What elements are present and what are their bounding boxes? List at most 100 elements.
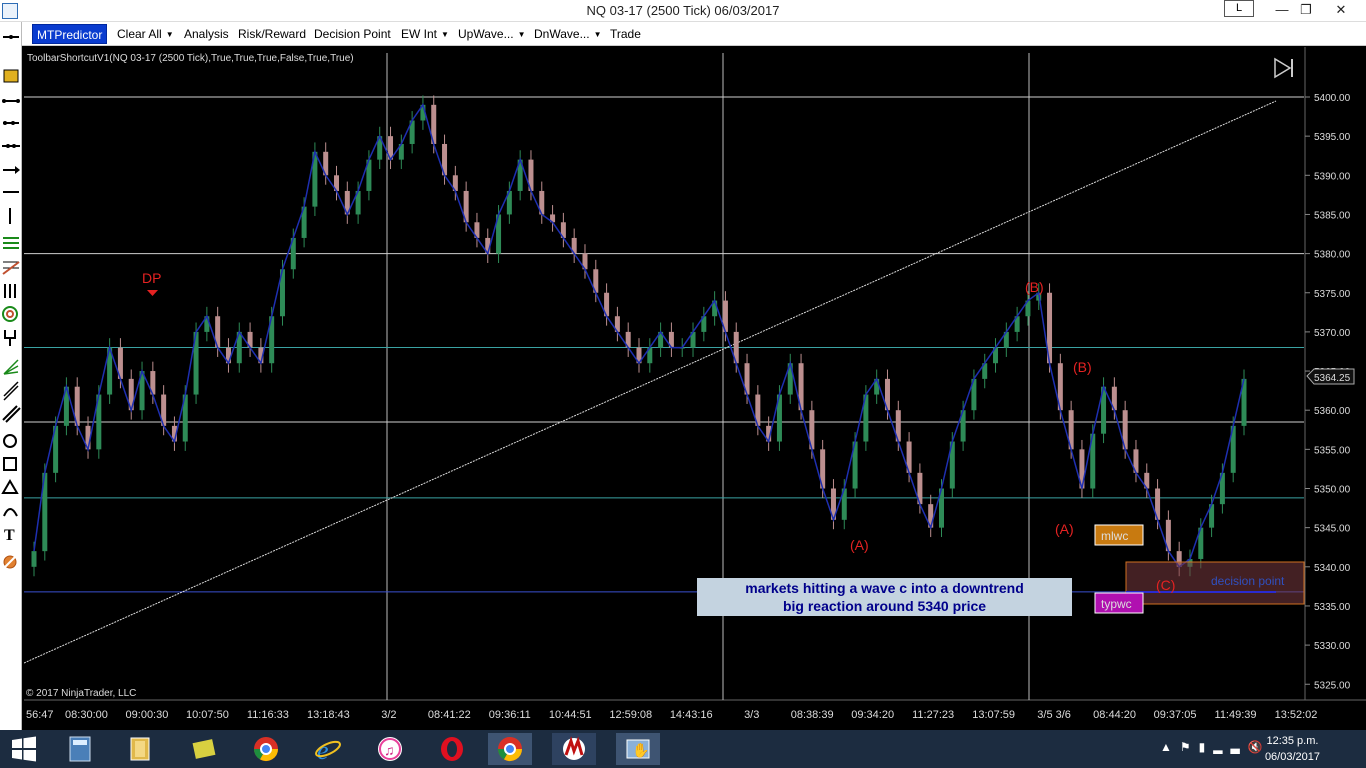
mlwc-box[interactable]: mlwc (1094, 524, 1144, 546)
mtpredictor-menu[interactable]: MTPredictor (32, 24, 108, 44)
ray-tool-icon[interactable] (3, 121, 19, 125)
mlwc-label: mlwc (1101, 529, 1128, 543)
fibonacci-extension-tool-icon[interactable] (2, 261, 20, 275)
price-tick-label: 5330.00 (1314, 641, 1351, 652)
indicator-label: ToolbarShortcutV1(NQ 03-17 (2500 Tick),T… (27, 53, 354, 64)
zoom-tool-icon[interactable] (3, 69, 19, 83)
time-tick-label: 09:36:11 (489, 709, 531, 721)
remove-drawings-tool-icon[interactable] (3, 555, 17, 569)
note-line-1: markets hitting a wave c into a downtren… (745, 580, 1024, 596)
price-tick-label: 5340.00 (1314, 563, 1351, 574)
trade-menu[interactable]: Trade (610, 26, 641, 42)
time-tick-label: 11:49:39 (1215, 709, 1257, 721)
time-tick-label: 11:16:33 (247, 709, 289, 721)
time-tick-label: 09:00:30 (126, 709, 169, 721)
regression-channel-tool-icon[interactable] (3, 381, 19, 401)
time-tick-label: 08:38:39 (791, 709, 834, 721)
typwc-box[interactable]: typwc (1094, 592, 1144, 614)
time-tick-label: 10:07:50 (186, 709, 229, 721)
chrome-active-icon[interactable] (488, 733, 532, 765)
time-tick-label: 12:59:08 (609, 709, 652, 721)
clock-date: 06/03/2017 (1264, 751, 1320, 763)
chart-toolbar: MTPredictor Clear All ▼ Analysis Risk/Rew… (0, 22, 1366, 46)
windows-logo-icon (12, 736, 36, 762)
price-tick-label: 5370.00 (1314, 328, 1351, 339)
file-explorer-icon[interactable] (118, 733, 162, 765)
close-button[interactable]: ✕ (1316, 0, 1366, 20)
clock-time: 12:35 p.m. (1266, 735, 1319, 747)
price-tick-label: 5400.00 (1314, 93, 1351, 104)
time-tick-label: 11:27:23 (912, 709, 954, 721)
time-tick-label: 09:34:20 (851, 709, 894, 721)
gann-fan-tool-icon[interactable] (3, 359, 19, 375)
typwc-label: typwc (1101, 597, 1132, 611)
layout-button[interactable]: L (1224, 0, 1254, 17)
drawing-tools-toolbar: T (0, 22, 22, 730)
start-button[interactable] (2, 733, 46, 765)
trend-channel-tool-icon[interactable] (2, 405, 21, 423)
current-price-label: 5364.25 (1314, 373, 1351, 384)
clear-all-menu[interactable]: Clear All ▼ (117, 26, 174, 42)
time-tick-label: 3/3 (744, 709, 759, 721)
price-tick-label: 5375.00 (1314, 289, 1351, 300)
hand-tool-app-icon[interactable]: ✋ (616, 733, 660, 765)
risk-reward-menu[interactable]: Risk/Reward (238, 26, 306, 42)
fibonacci-retracement-tool-icon[interactable] (3, 237, 19, 249)
wave-a-label: (A) (1055, 521, 1074, 537)
candle-body (31, 551, 37, 567)
price-tick-label: 5355.00 (1314, 445, 1351, 456)
ew-int-menu[interactable]: EW Int ▼ (401, 26, 449, 42)
andrews-pitchfork-tool-icon[interactable] (4, 330, 16, 346)
price-tick-label: 5385.00 (1314, 210, 1351, 221)
current-price-marker: 5364.25 (1306, 368, 1355, 385)
arrow-line-tool-icon[interactable] (3, 166, 20, 174)
wave-c-label: (C) (1156, 577, 1175, 593)
internet-explorer-icon[interactable]: e (306, 733, 350, 765)
price-tick-label: 5335.00 (1314, 602, 1351, 613)
time-axis[interactable]: 56:47 08:30:00 09:00:30 10:07:50 11:16:33 13:… (26, 709, 1317, 721)
upwave-menu[interactable]: UpWave... ▼ (458, 26, 526, 42)
system-tray-icons[interactable]: ▲⚑▮▂▃🔇 (1160, 740, 1271, 754)
time-tick-label: 3/5 3/6 (1037, 709, 1071, 721)
price-tick-label: 5360.00 (1314, 406, 1351, 417)
fibonacci-time-tool-icon[interactable] (4, 284, 16, 298)
text-tool-icon[interactable]: T (4, 527, 15, 544)
decision-point-menu[interactable]: Decision Point (314, 26, 391, 42)
chart-note[interactable]: markets hitting a wave c into a downtren… (697, 578, 1072, 616)
svg-text:T: T (4, 527, 15, 544)
line-tool-icon[interactable] (2, 99, 20, 103)
calculator-icon[interactable] (58, 733, 102, 765)
copyright-text: © 2017 NinjaTrader, LLC (26, 688, 137, 699)
arc-tool-icon[interactable] (3, 508, 18, 517)
taskbar-clock[interactable]: 12:35 p.m. 06/03/2017 (1265, 733, 1320, 765)
rectangle-tool-icon[interactable] (3, 457, 17, 471)
dnwave-menu[interactable]: DnWave... ▼ (534, 26, 602, 42)
time-tick-label: 08:30:00 (65, 709, 108, 721)
opera-icon[interactable] (430, 733, 474, 765)
ninjatrader-icon[interactable] (552, 733, 596, 765)
price-axis[interactable]: 5400.00 5395.00 5390.00 5385.00 5380.00 5375.… (1305, 93, 1351, 691)
itunes-icon[interactable]: ♫ (368, 733, 412, 765)
triangle-tool-icon[interactable] (1, 479, 19, 494)
price-tick-label: 5395.00 (1314, 132, 1351, 143)
chart-canvas[interactable]: decision point mlwc typwc DP (A) (B) (B)… (23, 47, 1366, 730)
decision-point-zone[interactable]: decision point (1125, 561, 1305, 605)
chrome-icon[interactable] (244, 733, 288, 765)
decision-point-label: decision point (1211, 574, 1285, 588)
price-tick-label: 5350.00 (1314, 485, 1351, 496)
analysis-menu[interactable]: Analysis (184, 26, 229, 42)
price-chart[interactable]: decision point mlwc typwc DP (A) (B) (B)… (23, 47, 1366, 730)
extended-line-tool-icon[interactable] (2, 144, 20, 148)
fibonacci-circle-tool-icon[interactable] (2, 306, 18, 322)
price-tick-label: 5390.00 (1314, 171, 1351, 182)
time-tick-label: 09:37:05 (1154, 709, 1197, 721)
time-tick-label: 14:43:16 (670, 709, 713, 721)
wave-b-label: (B) (1025, 279, 1044, 295)
crosshair-tool-icon[interactable] (3, 35, 19, 39)
ellipse-tool-icon[interactable] (3, 434, 17, 448)
time-tick-label: 13:52:02 (1275, 709, 1318, 721)
time-tick-label: 10:44:51 (549, 709, 592, 721)
time-tick-label: 56:47 (26, 709, 54, 721)
time-tick-label: 13:07:59 (972, 709, 1015, 721)
sticky-notes-icon[interactable] (182, 733, 226, 765)
